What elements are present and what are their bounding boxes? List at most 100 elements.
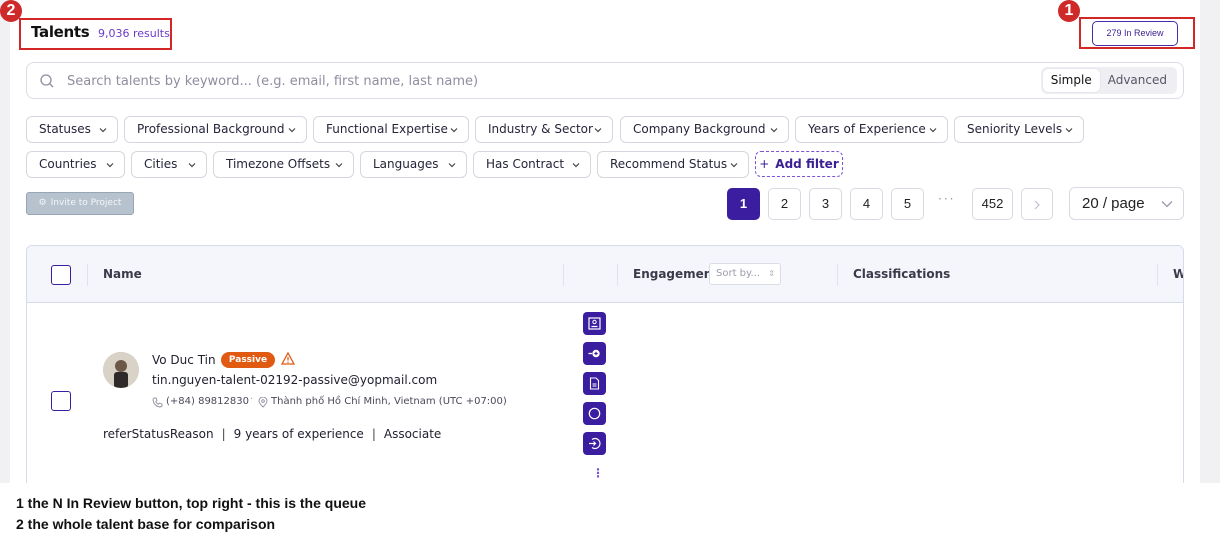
caption-1: 1 the N In Review button, top right - th… xyxy=(16,495,367,511)
chevron-down-icon xyxy=(1065,128,1073,133)
summary-separator: | xyxy=(221,427,226,441)
seniority-level: Associate xyxy=(383,427,442,441)
next-page-button[interactable] xyxy=(1021,188,1053,220)
callout-box-2 xyxy=(19,18,172,50)
add-to-project-button[interactable] xyxy=(583,342,606,365)
page-5[interactable]: 5 xyxy=(891,188,924,220)
phone-icon xyxy=(152,397,163,408)
pagination-ellipsis[interactable]: ··· xyxy=(938,192,955,206)
talent-name[interactable]: Vo Duc Tin xyxy=(152,353,216,367)
search-bar: Simple Advanced xyxy=(26,62,1184,99)
page-size-select[interactable]: 20 / page xyxy=(1069,187,1184,220)
chevron-down-icon xyxy=(448,163,456,168)
filter-company-background[interactable]: Company Background xyxy=(620,116,789,143)
column-divider xyxy=(617,264,618,286)
search-mode-simple[interactable]: Simple xyxy=(1042,69,1100,92)
status-badge: Passive xyxy=(221,352,275,368)
column-divider xyxy=(87,264,88,286)
filter-timezone-offsets[interactable]: Timezone Offsets xyxy=(213,151,354,178)
warning-icon[interactable] xyxy=(281,352,295,365)
search-icon xyxy=(40,74,54,88)
chevron-down-icon xyxy=(572,163,580,168)
talent-summary: referStatusReason | 9 years of experience |… xyxy=(103,427,441,441)
resume-button[interactable] xyxy=(583,372,606,395)
location-icon xyxy=(258,397,268,408)
filter-label: Recommend Status xyxy=(610,157,728,171)
screenshot-area: Talents 9,036 results 2 279 In Review 1 … xyxy=(0,0,1220,483)
table-header: Name Engagement Sort by... ⇕ Classificati… xyxy=(27,246,1183,303)
search-mode-advanced[interactable]: Advanced xyxy=(1100,69,1175,92)
column-engagement[interactable]: Engagement xyxy=(633,267,718,281)
filter-label: Has Contract xyxy=(486,157,565,171)
talents-table: Name Engagement Sort by... ⇕ Classificati… xyxy=(26,245,1184,483)
filter-label: Functional Expertise xyxy=(326,122,448,136)
refer-status-reason: referStatusReason xyxy=(103,427,214,441)
talent-phone: (+84) 89812830 xyxy=(166,396,249,407)
avatar[interactable] xyxy=(103,352,139,388)
chevron-down-icon xyxy=(929,128,937,133)
page-1[interactable]: 1 xyxy=(727,188,760,220)
filter-label: Languages xyxy=(373,157,439,171)
page-last[interactable]: 452 xyxy=(972,188,1013,220)
avatar-image xyxy=(103,352,139,388)
invite-to-project-button[interactable]: ⚙ Invite to Project xyxy=(26,192,134,215)
filter-professional-background[interactable]: Professional Background xyxy=(124,116,307,143)
filter-statuses[interactable]: Statuses xyxy=(26,116,118,143)
column-classifications[interactable]: Classifications xyxy=(853,267,950,281)
page-2[interactable]: 2 xyxy=(768,188,801,220)
filter-label: Countries xyxy=(39,157,97,171)
summary-separator: | xyxy=(371,427,376,441)
message-button[interactable] xyxy=(583,402,606,425)
sort-placeholder: Sort by... xyxy=(716,268,761,279)
chat-bubble-icon xyxy=(588,407,601,420)
callout-badge-1: 1 xyxy=(1058,0,1080,22)
add-filter-button[interactable]: + Add filter xyxy=(755,151,843,177)
filter-years-of-experience[interactable]: Years of Experience xyxy=(795,116,948,143)
chevron-down-icon xyxy=(770,128,778,133)
search-mode-toggle: Simple Advanced xyxy=(1040,67,1177,94)
filter-recommend-status[interactable]: Recommend Status xyxy=(597,151,749,178)
meta-separator: · xyxy=(250,394,254,405)
profile-card-icon xyxy=(588,317,601,330)
sort-icon: ⇕ xyxy=(768,269,775,278)
invite-label: Invite to Project xyxy=(50,198,122,208)
page-4[interactable]: 4 xyxy=(850,188,883,220)
filter-seniority-levels[interactable]: Seniority Levels xyxy=(954,116,1084,143)
page-size-value: 20 / page xyxy=(1082,195,1145,212)
select-all-checkbox[interactable] xyxy=(51,265,71,285)
filter-label: Industry & Sector xyxy=(488,122,593,136)
filter-countries[interactable]: Countries xyxy=(26,151,125,178)
invite-icon: ⚙ xyxy=(38,198,47,208)
plus-icon: + xyxy=(759,157,770,171)
column-cut[interactable]: W xyxy=(1173,267,1183,281)
filter-functional-expertise[interactable]: Functional Expertise xyxy=(313,116,469,143)
filter-label: Timezone Offsets xyxy=(226,157,331,171)
filter-label: Cities xyxy=(144,157,178,171)
column-name[interactable]: Name xyxy=(103,267,142,281)
document-icon xyxy=(589,377,600,390)
chevron-down-icon xyxy=(730,163,738,168)
sign-in-icon xyxy=(589,437,601,450)
more-actions-icon[interactable]: ⋮ xyxy=(592,466,604,480)
talent-location: Thành phố Hồ Chí Minh, Vietnam (UTC +07:… xyxy=(271,396,507,407)
chevron-right-icon xyxy=(1034,200,1040,210)
login-as-button[interactable] xyxy=(583,432,606,455)
chevron-down-icon xyxy=(335,163,343,168)
talent-email[interactable]: tin.nguyen-talent-02192-passive@yopmail.… xyxy=(152,373,437,387)
callout-box-1 xyxy=(1079,17,1195,49)
filter-label: Years of Experience xyxy=(808,122,926,136)
search-input[interactable] xyxy=(67,71,1027,91)
row-checkbox[interactable] xyxy=(51,391,71,411)
column-divider xyxy=(837,264,838,286)
filter-industry-sector[interactable]: Industry & Sector xyxy=(475,116,613,143)
filter-cities[interactable]: Cities xyxy=(131,151,207,178)
chevron-down-icon xyxy=(106,163,114,168)
filter-has-contract[interactable]: Has Contract xyxy=(473,151,591,178)
profile-card-button[interactable] xyxy=(583,312,606,335)
column-divider xyxy=(563,264,564,286)
engagement-sort-select[interactable]: Sort by... ⇕ xyxy=(709,263,781,285)
chevron-down-icon xyxy=(594,128,602,133)
page-3[interactable]: 3 xyxy=(809,188,842,220)
filter-languages[interactable]: Languages xyxy=(360,151,467,178)
caption-2: 2 the whole talent base for comparison xyxy=(16,516,276,532)
